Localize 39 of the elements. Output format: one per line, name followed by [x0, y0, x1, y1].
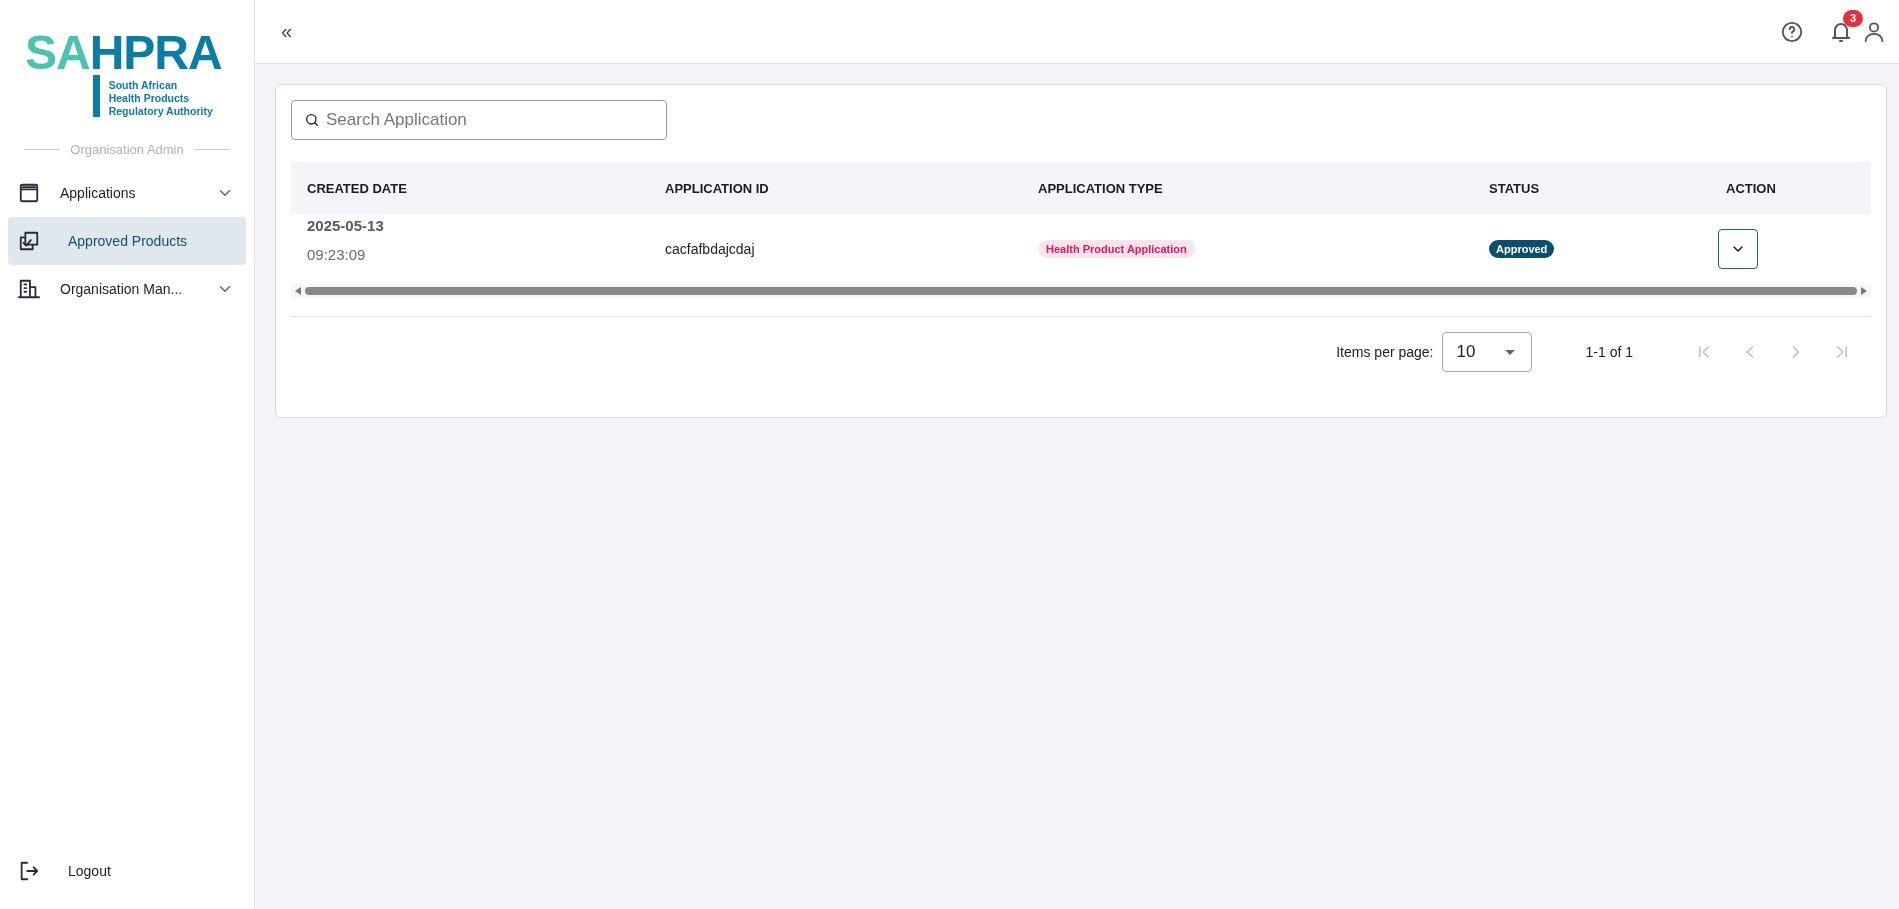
scrollbar-thumb[interactable] [305, 287, 1857, 295]
window-icon [18, 182, 40, 204]
created-time: 09:23:09 [307, 246, 367, 263]
logo-stem [92, 75, 100, 117]
application-type-tag: Health Product Application [1038, 240, 1195, 258]
column-header: APPLICATION TYPE [1037, 180, 1164, 196]
user-button[interactable] [1863, 19, 1885, 44]
search-icon [304, 112, 320, 128]
logo-text: SA [25, 31, 90, 75]
column-header: APPLICATION ID [664, 180, 770, 196]
action-dropdown-button[interactable] [1718, 229, 1758, 269]
logout-button[interactable]: Logout [8, 847, 246, 895]
user-icon [1863, 19, 1885, 44]
sidebar-item[interactable]: Approved Products [8, 217, 246, 265]
column-header: STATUS [1488, 180, 1541, 196]
column-header: ACTION [1725, 180, 1777, 196]
created-date: 2025-05-13 [307, 217, 385, 234]
building-icon [18, 278, 40, 300]
section-label: Organisation Admin [70, 142, 184, 157]
scroll-left-icon[interactable] [295, 287, 301, 295]
page-range: 1-1 of 1 [1585, 344, 1633, 360]
items-per-page-label: Items per page: [1336, 344, 1434, 360]
column-header: CREATED DATE [306, 180, 408, 196]
checked-squares-icon [18, 230, 40, 252]
status-badge: Approved [1489, 240, 1555, 258]
notification-count: 3 [1843, 9, 1864, 27]
application-id: cacfafbdajcdaj [664, 241, 756, 257]
collapse-sidebar-button[interactable]: « [281, 20, 293, 43]
scroll-right-icon[interactable] [1861, 287, 1867, 295]
items-per-page-select[interactable]: 10 [1441, 332, 1532, 372]
help-button[interactable] [1781, 20, 1803, 43]
logout-icon [18, 860, 40, 882]
horizontal-scrollbar[interactable] [291, 284, 1871, 298]
help-icon [1781, 20, 1803, 43]
sidebar-item[interactable]: Applications [8, 169, 246, 217]
logo-text: HPRA [89, 31, 222, 75]
search-field[interactable]: Search Application [291, 100, 667, 140]
sidebar-item[interactable]: Organisation Man... [8, 265, 246, 313]
logo-subtitle: South African Health Products Regulatory Authority [108, 79, 213, 118]
